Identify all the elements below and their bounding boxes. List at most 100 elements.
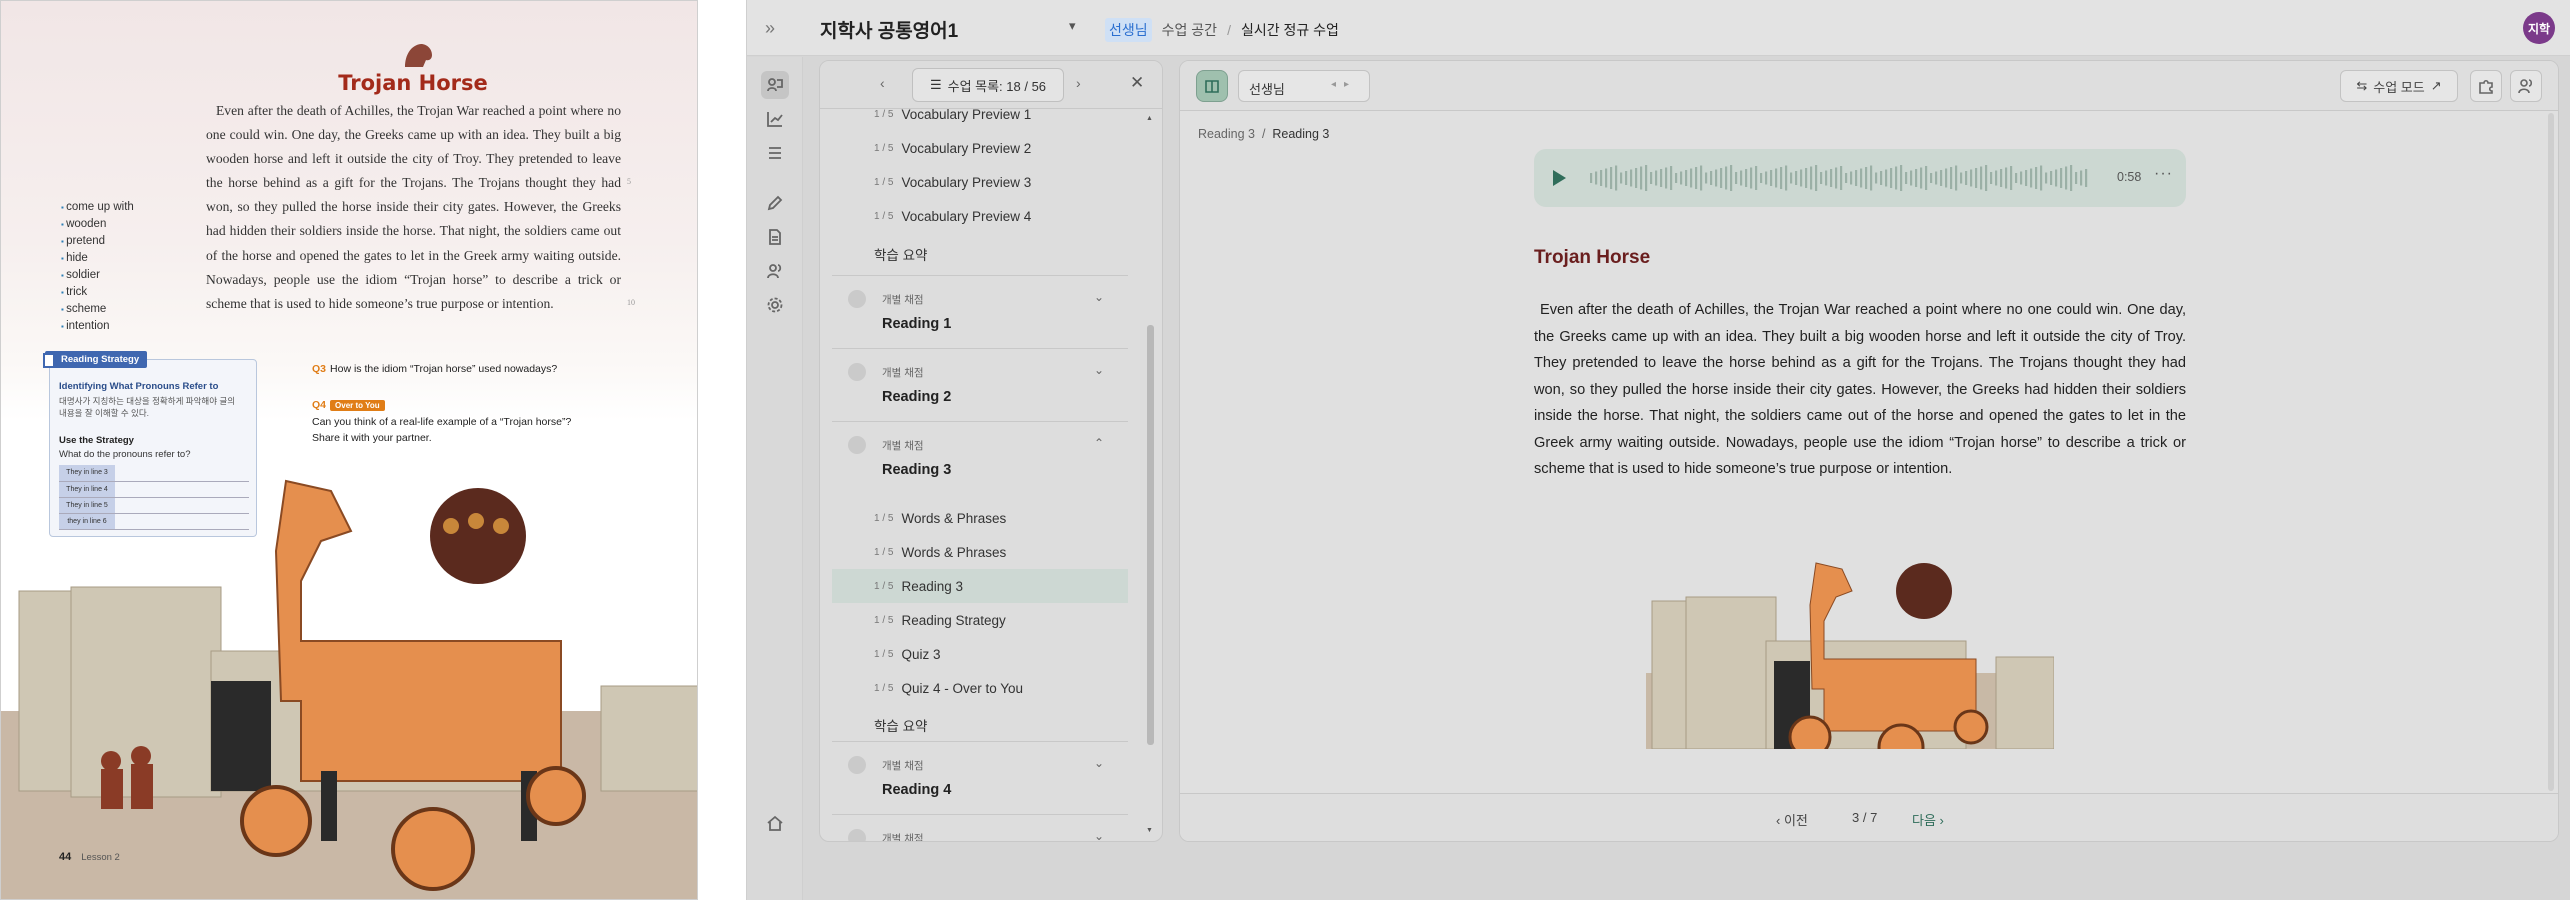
people-button[interactable] [2510, 70, 2542, 102]
item-progress: 1 / 5 [874, 648, 894, 660]
settings-icon[interactable] [761, 291, 789, 319]
book-icon[interactable] [1196, 70, 1228, 102]
audio-waveform[interactable] [1590, 163, 2092, 193]
teach-icon[interactable] [761, 71, 789, 99]
breadcrumb-current: 실시간 정규 수업 [1240, 22, 1339, 38]
next-lesson-icon[interactable]: › [1076, 75, 1081, 91]
chart-icon[interactable] [761, 105, 789, 133]
breadcrumb-separator: / [1227, 22, 1231, 38]
class-mode-label: 수업 모드 [2373, 79, 2425, 95]
list-item[interactable]: 1 / 5 Reading Strategy [832, 603, 1128, 637]
expand-sidebar-icon[interactable]: » [765, 18, 785, 38]
waveform-bar [1985, 165, 1988, 191]
puzzle-button[interactable] [2470, 70, 2502, 102]
waveform-bar [1920, 167, 1923, 189]
lesson-count-button[interactable]: ☰ 수업 목록: 18 / 56 [912, 68, 1064, 102]
content-scrollbar[interactable] [2544, 111, 2558, 793]
app-title: 지학사 공통영어1 [820, 21, 959, 42]
waveform-bar [1675, 173, 1678, 183]
waveform-bar [1590, 173, 1593, 183]
waveform-bar [1930, 173, 1933, 183]
waveform-bar [1650, 172, 1653, 184]
item-progress: 1 / 5 [874, 682, 894, 694]
waveform-bar [1645, 165, 1648, 191]
audio-player: 0:58 ··· [1534, 149, 2186, 207]
prev-page-button[interactable]: ‹ 이전 [1776, 810, 1808, 829]
waveform-bar [1945, 168, 1948, 188]
learning-summary-item[interactable]: 학습 요약 [874, 715, 927, 735]
group-icon [848, 290, 866, 308]
chevron-down-icon[interactable]: ⌄ [1094, 290, 1104, 304]
waveform-bar [1740, 170, 1743, 186]
horse-head-icon [405, 44, 432, 67]
learning-summary-item[interactable]: 학습 요약 [874, 244, 927, 264]
lesson-list-scrollbar[interactable]: ▲ ▼ [1144, 113, 1156, 839]
list-item[interactable]: 1 / 5 Vocabulary Preview 1 [832, 109, 1128, 131]
chevron-down-icon[interactable]: ▾ [1069, 18, 1076, 34]
group-reading-2[interactable]: 개별 채점 Reading 2 ⌄ [832, 348, 1128, 420]
trojan-horse-illustration [1646, 562, 2054, 749]
list-icon[interactable] [761, 139, 789, 167]
waveform-bar [1980, 166, 1983, 190]
group-reading-1[interactable]: 개별 채점 Reading 1 ⌄ [832, 275, 1128, 347]
group-next[interactable]: 개별 채점 ⌄ [832, 814, 1128, 841]
next-page-button[interactable]: 다음 › [1912, 810, 1944, 829]
breadcrumb-space[interactable]: 수업 공간 [1162, 20, 1217, 40]
waveform-bar [1730, 165, 1733, 191]
waveform-bar [1835, 167, 1838, 189]
list-item[interactable]: 1 / 5 Words & Phrases [832, 535, 1128, 569]
list-item[interactable]: 1 / 5 Quiz 3 [832, 637, 1128, 671]
list-item[interactable]: 1 / 5 Words & Phrases [832, 501, 1128, 535]
document-icon[interactable] [761, 223, 789, 251]
list-item[interactable]: 1 / 5 Quiz 4 - Over to You [832, 671, 1128, 705]
chevron-down-icon[interactable]: ⌄ [1094, 363, 1104, 377]
question-text: Can you think of a real-life example of … [312, 416, 572, 444]
waveform-bar [1710, 171, 1713, 185]
group-label: 개별 채점 [882, 760, 924, 772]
more-options-icon[interactable]: ··· [2154, 165, 2173, 183]
group-title: Reading 4 [882, 782, 952, 798]
breadcrumb-parent[interactable]: Reading 3 [1198, 127, 1255, 141]
waveform-bar [2015, 173, 2018, 183]
item-label: Reading Strategy [901, 612, 1006, 628]
line-number: 10 [627, 298, 635, 307]
scroll-down-icon[interactable]: ▼ [1146, 827, 1153, 834]
prev-lesson-icon[interactable]: ‹ [880, 75, 885, 91]
scroll-thumb[interactable] [2548, 113, 2554, 791]
list-item[interactable]: 1 / 5 Vocabulary Preview 3 [832, 165, 1128, 199]
waveform-bar [1915, 169, 1918, 187]
item-label: Quiz 3 [901, 646, 941, 662]
list-item[interactable]: 1 / 5 Vocabulary Preview 4 [832, 199, 1128, 233]
scroll-up-icon[interactable]: ▲ [1146, 115, 1153, 122]
people-icon[interactable] [761, 257, 789, 285]
play-icon[interactable] [1546, 166, 1570, 190]
pen-icon[interactable] [761, 189, 789, 217]
waveform-bar [1975, 168, 1978, 188]
lesson-list-header: ‹ ☰ 수업 목록: 18 / 56 › ✕ [820, 61, 1162, 109]
item-label: Vocabulary Preview 2 [901, 140, 1032, 156]
avatar[interactable]: 지학 [2523, 12, 2555, 44]
chevron-down-icon[interactable]: ⌄ [1094, 756, 1104, 770]
chevron-up-icon[interactable]: ⌃ [1094, 436, 1104, 450]
waveform-bar [1970, 169, 1973, 187]
scroll-thumb[interactable] [1147, 325, 1154, 745]
stepper-arrows-icon[interactable]: ◂▸ [1331, 79, 1357, 90]
class-mode-button[interactable]: ⇆ 수업 모드 ↗ [2340, 70, 2458, 102]
waveform-bar [1925, 166, 1928, 190]
side-rail [747, 57, 803, 900]
list-item-selected[interactable]: 1 / 5 Reading 3 [832, 569, 1128, 603]
waveform-bar [1995, 170, 1998, 186]
strategy-question: What do the pronouns refer to? [59, 449, 191, 460]
role-select[interactable]: 선생님 ◂▸ [1238, 70, 1370, 102]
chevron-down-icon[interactable]: ⌄ [1094, 829, 1104, 841]
home-icon[interactable] [761, 809, 789, 837]
close-icon[interactable]: ✕ [1130, 73, 1144, 93]
waveform-bar [2030, 168, 2033, 188]
waveform-bar [1635, 168, 1638, 188]
waveform-bar [1630, 169, 1633, 187]
list-item[interactable]: 1 / 5 Vocabulary Preview 2 [832, 131, 1128, 165]
waveform-bar [1865, 167, 1868, 189]
page-footer: 44 Lesson 2 [59, 851, 120, 863]
group-reading-3[interactable]: 개별 채점 Reading 3 ⌃ [832, 421, 1128, 493]
group-reading-4[interactable]: 개별 채점 Reading 4 ⌄ [832, 741, 1128, 813]
